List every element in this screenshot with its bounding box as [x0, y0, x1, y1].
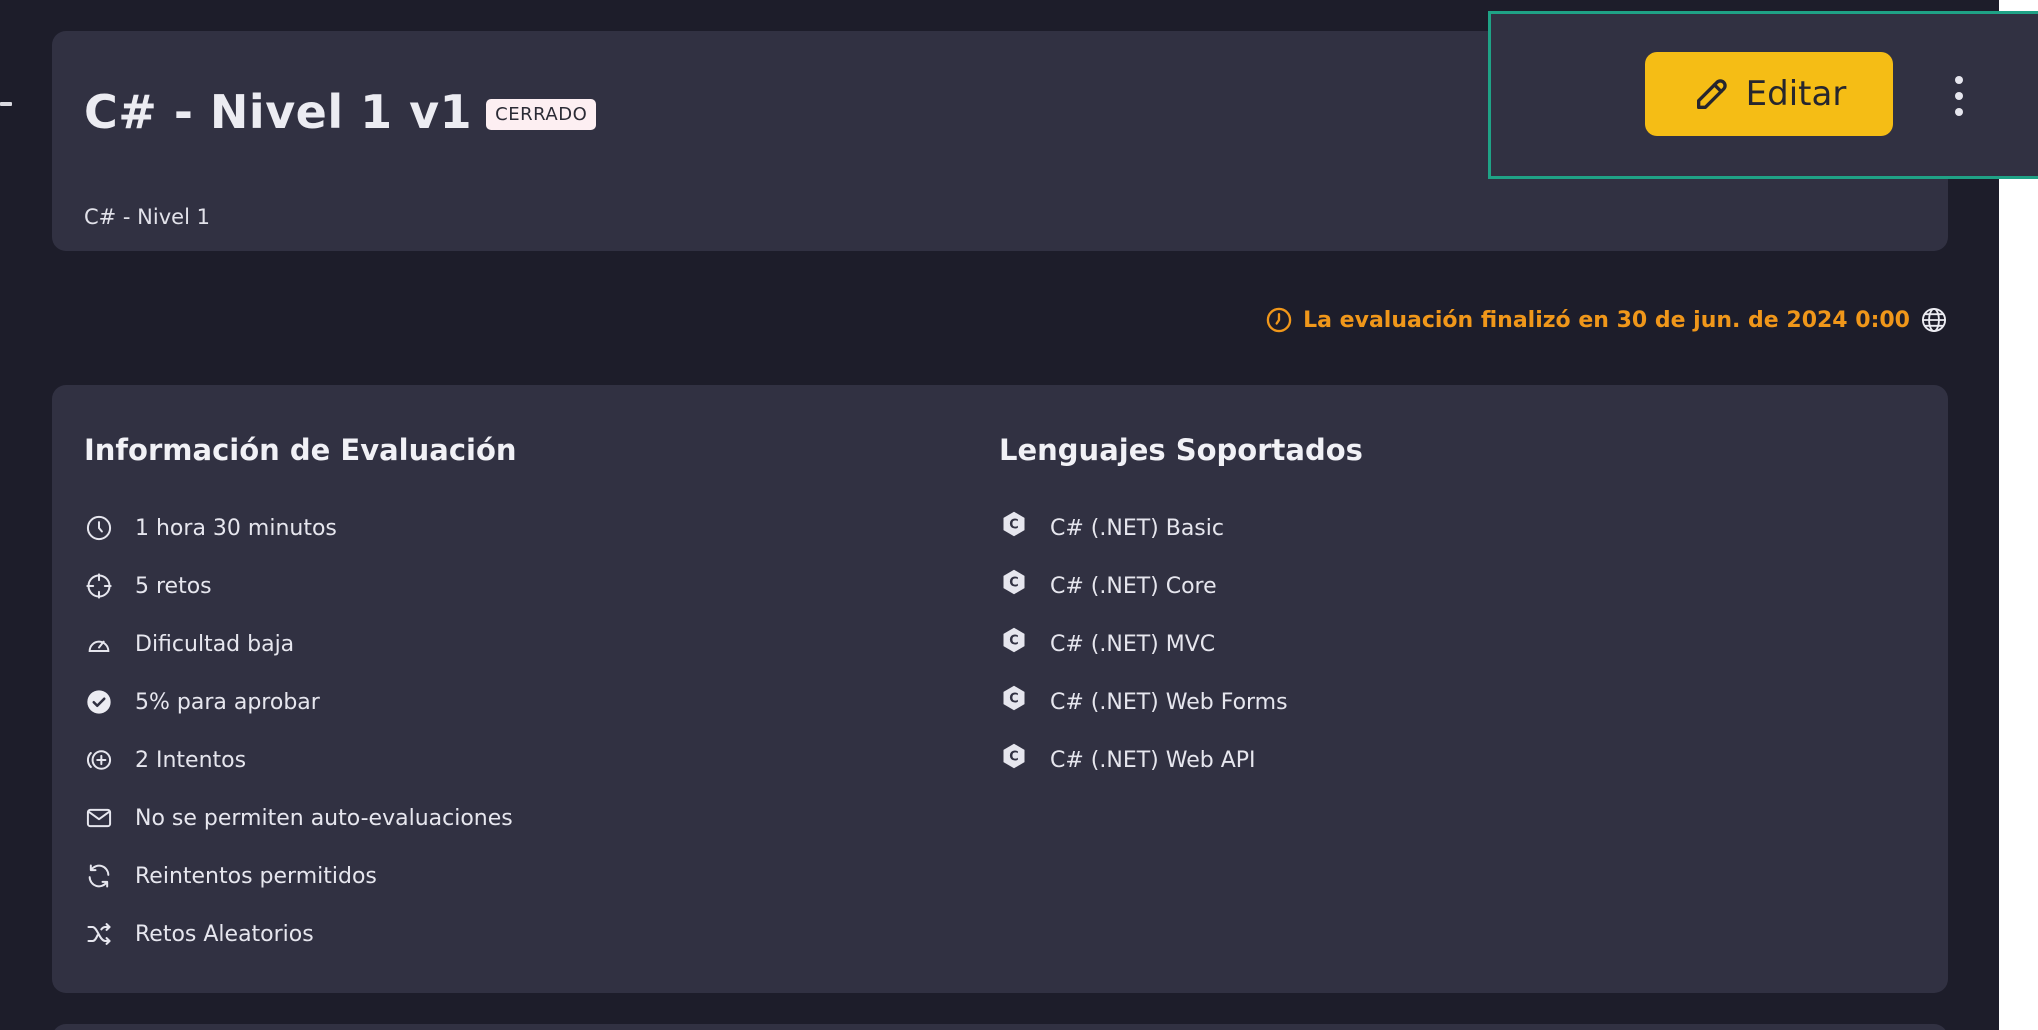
svg-text:C: C	[1009, 576, 1018, 591]
list-item-label: Reintentos permitidos	[135, 863, 377, 889]
next-card-edge	[52, 1024, 1948, 1030]
evaluation-info-title: Información de Evaluación	[84, 433, 517, 467]
clock-icon	[1266, 307, 1292, 333]
page: C# - Nivel 1 v1 CERRADO C# - Nivel 1 Edi…	[0, 0, 2038, 1030]
list-item: Dificultad baja	[84, 615, 517, 673]
list-item-label: 5 retos	[135, 573, 212, 599]
attempts-icon	[84, 745, 114, 775]
globe-icon[interactable]	[1920, 306, 1948, 334]
actions-highlight-box: Editar	[1488, 11, 2038, 179]
list-item: C C# (.NET) Web Forms	[999, 673, 1363, 731]
deadline-text: La evaluación finalizó en 30 de jun. de …	[1303, 307, 1910, 333]
evaluation-info-section: Información de Evaluación 1 hora 30 minu…	[84, 433, 517, 963]
csharp-icon: C	[999, 567, 1029, 597]
list-item-label: C# (.NET) Core	[1050, 573, 1217, 599]
languages-section: Lenguajes Soportados C C# (.NET) Basic C…	[999, 433, 1363, 789]
title-row: C# - Nivel 1 v1 CERRADO	[84, 85, 597, 139]
edit-button-label: Editar	[1745, 74, 1847, 114]
shuffle-icon	[84, 919, 114, 949]
evaluation-info-card: Información de Evaluación 1 hora 30 minu…	[52, 385, 1948, 993]
list-item-label: Dificultad baja	[135, 631, 295, 657]
list-item: C C# (.NET) Web API	[999, 731, 1363, 789]
refresh-icon	[84, 861, 114, 891]
list-item-label: C# (.NET) MVC	[1050, 631, 1216, 657]
list-item-label: C# (.NET) Web API	[1050, 747, 1256, 773]
list-item-label: C# (.NET) Web Forms	[1050, 689, 1288, 715]
more-options-icon[interactable]	[1945, 70, 1973, 122]
list-item: Reintentos permitidos	[84, 847, 517, 905]
deadline-notice: La evaluación finalizó en 30 de jun. de …	[1265, 306, 1948, 334]
svg-text:C: C	[1009, 750, 1018, 765]
svg-text:C: C	[1009, 692, 1018, 707]
list-item: 2 Intentos	[84, 731, 517, 789]
evaluation-info-list: 1 hora 30 minutos 5 retos Dificultad baj…	[84, 499, 517, 963]
csharp-icon: C	[999, 741, 1029, 771]
edit-button[interactable]: Editar	[1645, 52, 1893, 136]
list-item: Retos Aleatorios	[84, 905, 517, 963]
list-item: 5 retos	[84, 557, 517, 615]
csharp-icon: C	[999, 625, 1029, 655]
list-item: No se permiten auto-evaluaciones	[84, 789, 517, 847]
gauge-icon	[84, 629, 114, 659]
mail-icon	[84, 803, 114, 833]
csharp-icon: C	[999, 683, 1029, 713]
pencil-icon	[1696, 79, 1727, 110]
list-item: C C# (.NET) Core	[999, 557, 1363, 615]
list-item: C C# (.NET) MVC	[999, 615, 1363, 673]
status-badge: CERRADO	[486, 98, 597, 130]
evaluation-subtitle: C# - Nivel 1	[84, 205, 210, 229]
list-item: C C# (.NET) Basic	[999, 499, 1363, 557]
svg-text:C: C	[1009, 634, 1018, 649]
collapsed-sidebar-edge[interactable]	[0, 102, 12, 106]
list-item-label: Retos Aleatorios	[135, 921, 314, 947]
languages-title: Lenguajes Soportados	[999, 433, 1363, 467]
list-item-label: C# (.NET) Basic	[1050, 515, 1224, 541]
list-item-label: No se permiten auto-evaluaciones	[135, 805, 513, 831]
svg-text:C: C	[1009, 518, 1018, 533]
list-item-label: 1 hora 30 minutos	[135, 515, 337, 541]
check-circle-icon	[84, 687, 114, 717]
csharp-icon: C	[999, 509, 1029, 539]
crosshair-icon	[84, 571, 114, 601]
list-item: 5% para aprobar	[84, 673, 517, 731]
list-item-label: 2 Intentos	[135, 747, 247, 773]
clock-icon	[84, 513, 114, 543]
page-title: C# - Nivel 1 v1	[84, 85, 473, 139]
list-item-label: 5% para aprobar	[135, 689, 320, 715]
list-item: 1 hora 30 minutos	[84, 499, 517, 557]
languages-list: C C# (.NET) Basic C C# (.NET) Core C C# …	[999, 499, 1363, 789]
